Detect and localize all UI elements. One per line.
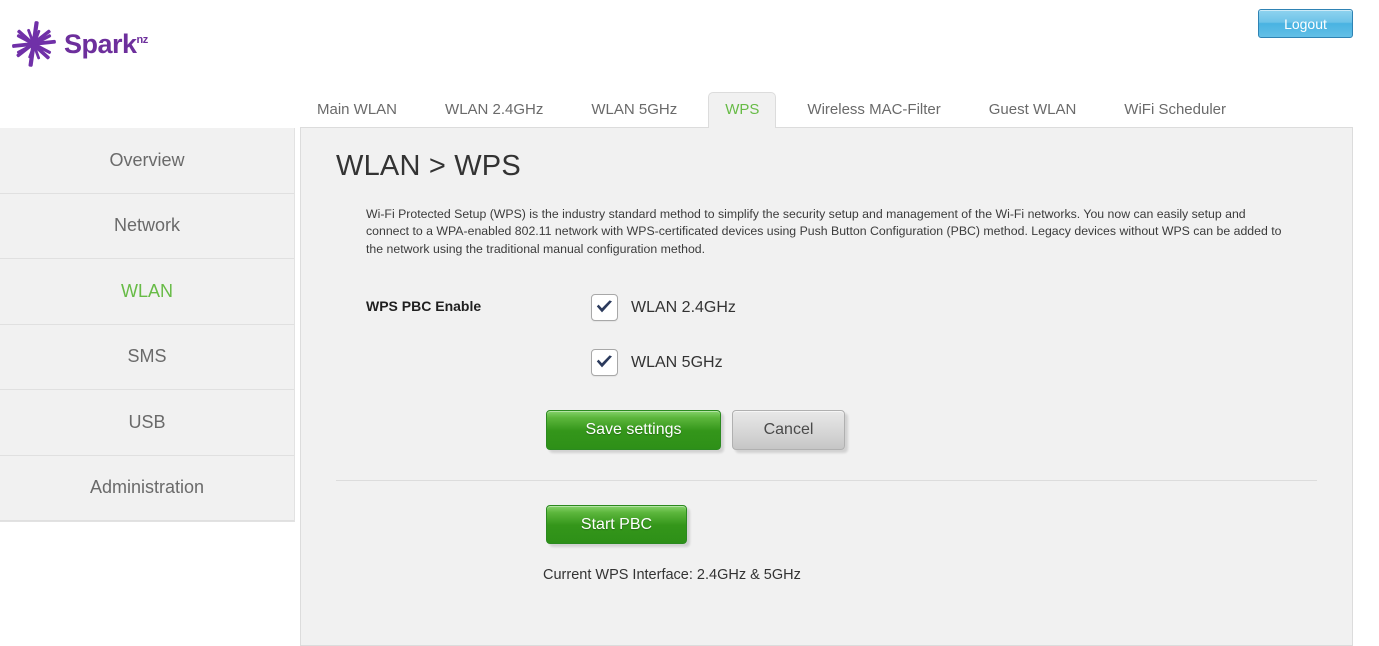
pbc-section: Start PBC Current WPS Interface: 2.4GHz … xyxy=(543,505,1352,584)
brand-name-text: Spark xyxy=(64,28,137,59)
sidebar-item-usb[interactable]: USB xyxy=(0,390,294,456)
sidebar-item-wlan[interactable]: WLAN xyxy=(0,259,294,325)
checkbox-wlan-24ghz[interactable] xyxy=(591,294,618,322)
content-panel: WLAN > WPS Wi-Fi Protected Setup (WPS) i… xyxy=(300,127,1353,646)
checkbox-wlan-5ghz[interactable] xyxy=(591,349,618,377)
checkbox-label-wlan-24ghz: WLAN 2.4GHz xyxy=(631,298,736,316)
start-pbc-button[interactable]: Start PBC xyxy=(546,505,687,545)
checkbox-row-wlan-5ghz: WLAN 5GHz xyxy=(591,349,736,377)
logout-button[interactable]: Logout xyxy=(1258,9,1353,38)
action-button-row: Save settings Cancel xyxy=(546,410,1352,451)
tab-wireless-mac-filter[interactable]: Wireless MAC-Filter xyxy=(790,92,957,128)
checkbox-label-wlan-5ghz: WLAN 5GHz xyxy=(631,353,723,371)
page-header: Sparknz Logout xyxy=(0,0,1379,75)
check-icon xyxy=(596,355,612,368)
cancel-button[interactable]: Cancel xyxy=(732,410,845,451)
tab-guest-wlan[interactable]: Guest WLAN xyxy=(972,92,1094,128)
tab-wifi-scheduler[interactable]: WiFi Scheduler xyxy=(1107,92,1243,128)
save-settings-button[interactable]: Save settings xyxy=(546,410,721,451)
brand-name: Sparknz xyxy=(64,28,149,59)
sidebar-item-overview[interactable]: Overview xyxy=(0,128,294,194)
checkbox-row-wlan-24ghz: WLAN 2.4GHz xyxy=(591,294,736,322)
sidebar-item-sms[interactable]: SMS xyxy=(0,324,294,390)
sidebar-nav: Overview Network WLAN SMS USB Administra… xyxy=(0,128,295,522)
wps-pbc-enable-label: WPS PBC Enable xyxy=(366,298,482,315)
sidebar-item-network[interactable]: Network xyxy=(0,193,294,259)
current-wps-interface-status: Current WPS Interface: 2.4GHz & 5GHz xyxy=(543,567,801,584)
wps-pbc-enable-row: WPS PBC Enable WLAN 2.4GHz WLAN 5GHz xyxy=(301,294,1352,377)
wps-description: Wi-Fi Protected Setup (WPS) is the indus… xyxy=(366,207,1282,256)
sidebar-item-administration[interactable]: Administration xyxy=(0,455,294,521)
brand-sup-text: nz xyxy=(136,33,149,46)
page-title: WLAN > WPS xyxy=(336,150,521,182)
spark-starburst-icon xyxy=(8,18,60,70)
tab-wlan-24ghz[interactable]: WLAN 2.4GHz xyxy=(428,92,560,128)
wlan-tabbar: Main WLAN WLAN 2.4GHz WLAN 5GHz WPS Wire… xyxy=(300,78,1353,129)
tab-wps[interactable]: WPS xyxy=(708,92,777,129)
brand-logo: Sparknz xyxy=(8,18,148,70)
tab-main-wlan[interactable]: Main WLAN xyxy=(300,92,414,128)
wps-band-checkbox-group: WLAN 2.4GHz WLAN 5GHz xyxy=(591,294,736,377)
check-icon xyxy=(596,300,612,313)
router-admin-page: Sparknz Logout Main WLAN WLAN 2.4GHz WLA… xyxy=(0,0,1379,646)
section-divider xyxy=(336,480,1317,482)
tab-wlan-5ghz[interactable]: WLAN 5GHz xyxy=(574,92,694,128)
